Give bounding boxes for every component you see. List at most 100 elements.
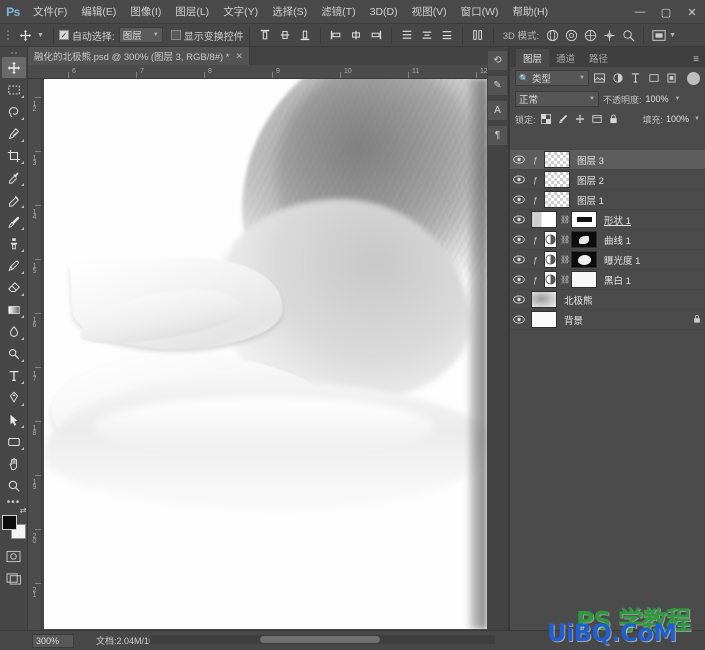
layer-filter-toggle[interactable] (687, 71, 700, 85)
blend-mode-dropdown[interactable]: 正常 ▼ (515, 91, 599, 107)
tab-channels[interactable]: 通道 (549, 49, 582, 67)
options-bar-grip[interactable] (4, 27, 12, 43)
layer-thumbnail[interactable] (531, 311, 557, 328)
layer-visibility-icon[interactable] (510, 210, 528, 230)
clone-stamp-tool[interactable] (2, 233, 26, 254)
layer-name[interactable]: 北极熊 (564, 293, 593, 307)
layer-mask-link-icon[interactable]: ⛓ (560, 255, 570, 264)
character-icon[interactable]: A (488, 101, 507, 120)
roll-3d-icon[interactable] (562, 26, 581, 44)
swap-colors-icon[interactable]: ⇄ (20, 506, 27, 515)
align-top-edges-button[interactable] (256, 26, 274, 44)
zoom-3d-icon[interactable] (619, 26, 638, 44)
layer-fx-icon[interactable]: ƒ (530, 275, 541, 285)
table-row[interactable]: 背景 (510, 310, 705, 330)
layer-fx-icon[interactable]: ƒ (530, 235, 541, 245)
lock-all-icon[interactable] (607, 112, 621, 127)
lock-transparency-icon[interactable] (539, 112, 553, 127)
align-horizontal-centers-button[interactable] (347, 26, 365, 44)
menu-item-3d[interactable]: 3D(D) (363, 0, 405, 24)
layer-name[interactable]: 背景 (564, 313, 583, 327)
layer-name[interactable]: 黑白 1 (604, 273, 631, 287)
quick-selection-tool[interactable] (2, 123, 26, 144)
close-button[interactable]: ✕ (679, 0, 705, 24)
brush-tool[interactable] (2, 211, 26, 232)
layer-thumbnail[interactable] (531, 211, 557, 228)
quick-mask-button[interactable] (3, 547, 25, 565)
menu-item-edit[interactable]: 编辑(E) (74, 0, 123, 24)
gradient-tool[interactable] (2, 299, 26, 320)
tab-layers[interactable]: 图层 (516, 49, 550, 67)
zoom-tool[interactable] (2, 475, 26, 496)
layer-name[interactable]: 曲线 1 (604, 233, 631, 247)
document-tab[interactable]: 融化的北极熊.psd @ 300% (图层 3, RGB/8#) * ✕ (28, 47, 251, 65)
layer-mask-link-icon[interactable]: ⛓ (560, 275, 570, 284)
orbit-3d-icon[interactable] (543, 26, 562, 44)
layer-name[interactable]: 曝光度 1 (604, 253, 640, 267)
rectangular-marquee-tool[interactable] (2, 79, 26, 100)
screen-mode-chevron-icon[interactable]: ▼ (669, 32, 676, 39)
table-row[interactable]: ƒ 图层 2 (510, 170, 705, 190)
edit-toolbar-button[interactable]: ••• (7, 497, 21, 511)
vertical-ruler[interactable]: 12 13 14 15 16 17 18 19 20 21 (28, 79, 42, 630)
blur-tool[interactable] (2, 321, 26, 342)
layer-fx-icon[interactable]: ƒ (530, 175, 541, 185)
layer-mask-thumbnail[interactable] (571, 231, 597, 248)
align-left-edges-button[interactable] (327, 26, 345, 44)
layer-visibility-icon[interactable] (510, 310, 528, 330)
type-filter-icon[interactable] (628, 70, 643, 86)
fill-value[interactable]: 100% (666, 114, 689, 124)
table-row[interactable]: 北极熊 (510, 290, 705, 310)
layer-filter-kind-dropdown[interactable]: 🔍 类型 ▼ (515, 70, 589, 86)
layer-thumbnail[interactable] (544, 271, 557, 288)
dodge-tool[interactable] (2, 343, 26, 364)
layer-visibility-icon[interactable] (510, 150, 528, 170)
history-brush-tool[interactable] (2, 255, 26, 276)
foreground-color-swatch[interactable] (1, 515, 17, 530)
layer-fx-icon[interactable]: ƒ (530, 195, 541, 205)
layer-mask-link-icon[interactable]: ⛓ (560, 235, 570, 244)
layer-visibility-icon[interactable] (510, 170, 528, 190)
layer-visibility-icon[interactable] (510, 290, 528, 310)
checkbox-box[interactable] (170, 30, 181, 40)
layer-mask-thumbnail[interactable] (571, 271, 597, 288)
layer-name[interactable]: 图层 2 (577, 173, 604, 187)
lock-image-icon[interactable] (556, 112, 570, 127)
align-right-edges-button[interactable] (367, 26, 385, 44)
canvas-horizontal-scrollbar[interactable] (150, 635, 495, 644)
layer-thumbnail[interactable] (544, 151, 570, 168)
layer-fx-icon[interactable]: ƒ (530, 155, 541, 165)
document-canvas[interactable] (44, 79, 487, 629)
tab-paths[interactable]: 路径 (582, 49, 615, 67)
align-bottom-edges-button[interactable] (296, 26, 314, 44)
pan-3d-icon[interactable] (581, 26, 600, 44)
lock-position-icon[interactable] (573, 112, 587, 127)
lock-artboard-icon[interactable] (590, 112, 604, 127)
smart-object-filter-icon[interactable] (664, 70, 679, 86)
menu-item-filter[interactable]: 滤镜(T) (314, 0, 362, 24)
table-row[interactable]: ⛓ 形状 1 (510, 210, 705, 230)
slide-3d-icon[interactable] (600, 26, 619, 44)
crop-tool[interactable] (2, 145, 26, 166)
menu-item-view[interactable]: 视图(V) (405, 0, 454, 24)
shape-filter-icon[interactable] (646, 70, 661, 86)
maximize-button[interactable]: ▢ (653, 0, 679, 24)
spot-healing-brush-tool[interactable] (2, 189, 26, 210)
menu-item-layer[interactable]: 图层(L) (168, 0, 216, 24)
align-vertical-centers-button[interactable] (276, 26, 294, 44)
scrollbar-thumb[interactable] (260, 636, 380, 643)
menu-item-window[interactable]: 窗口(W) (454, 0, 506, 24)
paragraph-icon[interactable]: ¶ (488, 126, 507, 145)
layer-thumbnail[interactable] (544, 191, 570, 208)
layer-fx-icon[interactable]: ƒ (530, 255, 541, 265)
menu-item-file[interactable]: 文件(F) (26, 0, 74, 24)
layer-visibility-icon[interactable] (510, 250, 528, 270)
rectangle-tool[interactable] (2, 431, 26, 452)
path-selection-tool[interactable] (2, 409, 26, 430)
adjustment-filter-icon[interactable] (610, 70, 625, 86)
type-tool[interactable] (2, 365, 26, 386)
auto-select-scope-dropdown[interactable]: 图层 ▼ (118, 27, 163, 43)
menu-item-image[interactable]: 图像(I) (123, 0, 168, 24)
chevron-down-icon[interactable]: ▼ (694, 116, 700, 122)
menu-item-select[interactable]: 选择(S) (265, 0, 314, 24)
